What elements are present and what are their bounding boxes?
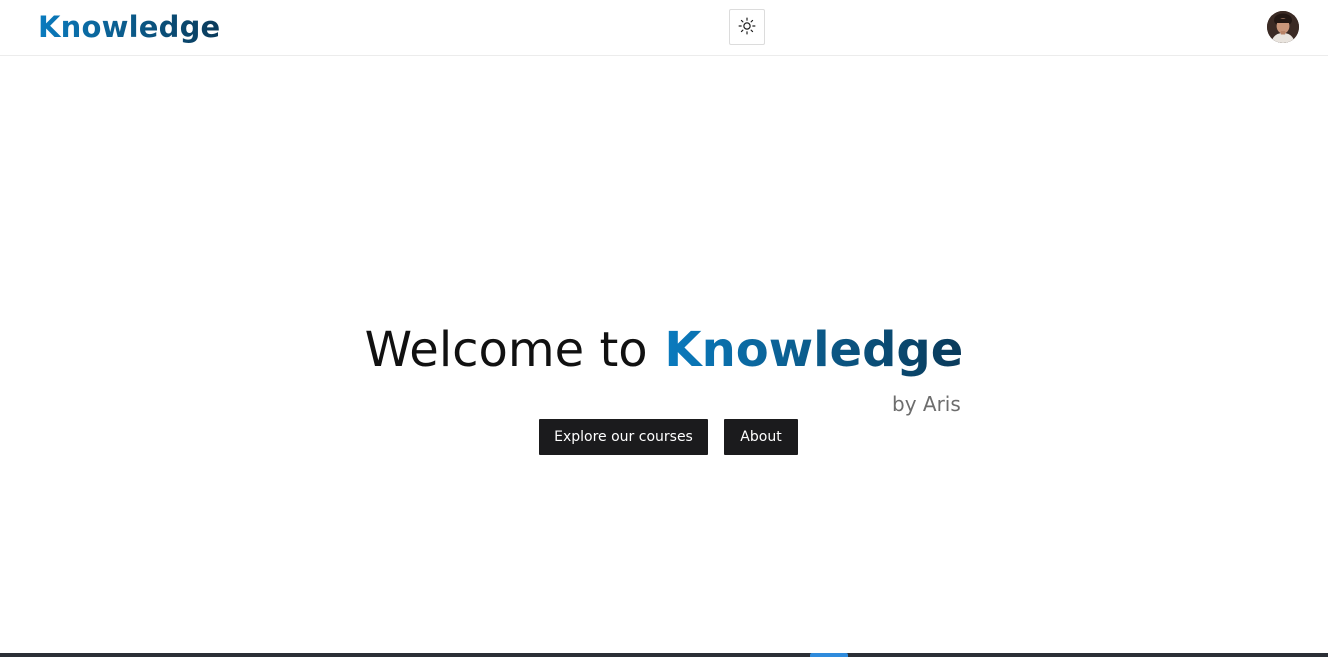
- hero-byline: by Aris: [892, 392, 961, 416]
- brand-logo-link[interactable]: Knowledge: [38, 8, 220, 46]
- sun-icon: [738, 17, 756, 38]
- user-avatar[interactable]: [1267, 11, 1299, 43]
- hero-title-prefix: Welcome to: [364, 322, 648, 378]
- bottom-strip: [0, 653, 1328, 657]
- hero-title-brand: Knowledge: [664, 322, 964, 378]
- avatar-image: [1267, 11, 1299, 43]
- theme-toggle-button[interactable]: [729, 9, 765, 45]
- about-button[interactable]: About: [724, 419, 798, 455]
- explore-courses-button[interactable]: Explore our courses: [539, 419, 708, 455]
- navbar: Knowledge: [0, 0, 1328, 56]
- bottom-strip-accent: [810, 653, 848, 657]
- hero-section: Welcome to Knowledge by Aris Explore our…: [0, 56, 1328, 653]
- page: Knowledge Welcome to Knowledge by Aris E…: [0, 0, 1328, 657]
- hero-title: Welcome to Knowledge: [0, 318, 1328, 382]
